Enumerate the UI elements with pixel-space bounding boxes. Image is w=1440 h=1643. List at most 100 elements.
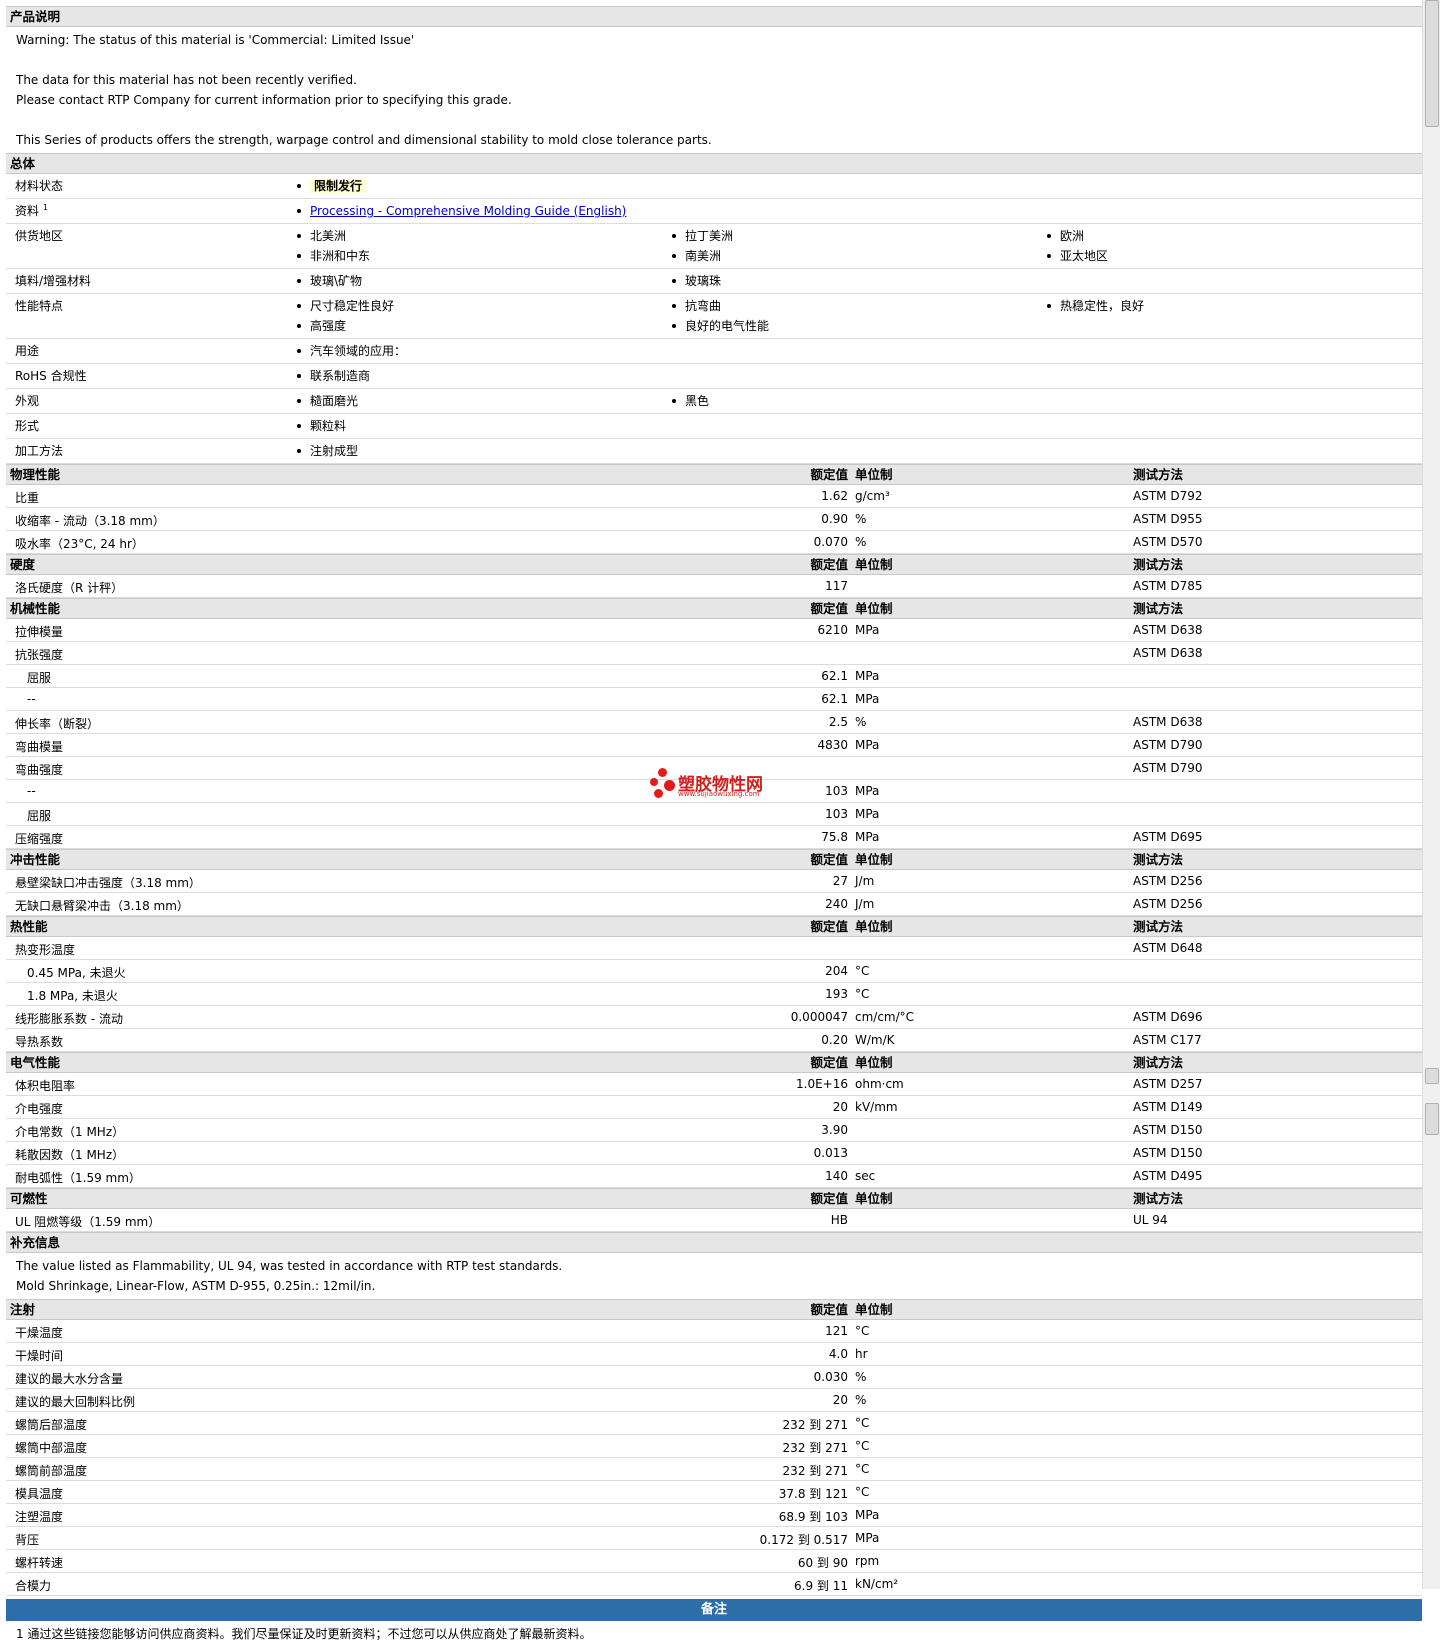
property-row: 介电强度 20 kV/mm ASTM D149: [6, 1096, 1422, 1119]
property-test-method: ASTM D257: [1133, 1077, 1203, 1091]
property-label: 0.45 MPa, 未退火: [27, 966, 126, 980]
property-row: 屈服 62.1 MPa: [6, 665, 1422, 688]
property-row: 无缺口悬臂梁冲击（3.18 mm） 240 J/m ASTM D256: [6, 893, 1422, 916]
row-label: 用途: [15, 342, 39, 359]
general-row: 材料状态 限制发行: [6, 174, 1422, 199]
property-unit: °C: [855, 1439, 870, 1453]
property-row: 屈服 103 MPa: [6, 803, 1422, 826]
property-label: 螺筒中部温度: [15, 1441, 88, 1455]
property-value: HB: [830, 1213, 848, 1227]
property-row: 弯曲模量 4830 MPa ASTM D790: [6, 734, 1422, 757]
section-header: 电气性能 额定值 单位制 测试方法: [6, 1052, 1422, 1073]
injection-row: 建议的最大水分含量 0.030%: [6, 1366, 1422, 1389]
property-row: 悬壁梁缺口冲击强度（3.18 mm） 27 J/m ASTM D256: [6, 870, 1422, 893]
section-title: 可燃性: [10, 1191, 48, 1206]
property-test-method: ASTM D792: [1133, 489, 1203, 503]
property-unit: %: [855, 715, 867, 729]
row-label: 资料 1: [15, 202, 48, 219]
property-label: 介电常数（1 MHz）: [15, 1125, 125, 1139]
value-item: 糙面磨光: [296, 391, 671, 411]
section-header-supplement: 补充信息: [6, 1232, 1422, 1253]
row-values: 糙面磨光 黑色: [296, 389, 1422, 413]
property-value: 0.20: [821, 1033, 848, 1047]
injection-row: 合模力 6.9 到 11 kN/cm²: [6, 1573, 1422, 1596]
property-row: 热变形温度 ASTM D648: [6, 937, 1422, 960]
header-unit: 单位制: [855, 601, 893, 616]
value-item[interactable]: Processing - Comprehensive Molding Guide…: [296, 201, 671, 221]
row-values: 联系制造商: [296, 364, 1422, 388]
property-row: 压缩强度 75.8 MPa ASTM D695: [6, 826, 1422, 849]
processing-guide-link[interactable]: Processing - Comprehensive Molding Guide…: [310, 204, 626, 218]
property-unit: MPa: [855, 830, 880, 844]
row-label: 材料状态: [15, 177, 63, 194]
watermark-url: www.sujiaowuxing.com: [678, 790, 760, 798]
property-row: 0.45 MPa, 未退火 204 °C: [6, 960, 1422, 983]
value-text: 颗粒料: [310, 419, 347, 433]
supplement-line: Mold Shrinkage, Linear-Flow, ASTM D-955,…: [16, 1279, 376, 1293]
row-label: 供货地区: [15, 227, 63, 244]
property-value: 68.9 到 103: [778, 1510, 848, 1524]
injection-table: 干燥温度 121 °C 干燥时间 4.0 hr 建议的最大水分含量 0.030% 建议的最大回制…: [6, 1320, 1422, 1596]
section-title: 补充信息: [10, 1235, 61, 1250]
section-title: 电气性能: [10, 1055, 61, 1070]
row-label-text: 性能特点: [15, 299, 64, 313]
general-row: 填料/增强材料 玻璃\矿物 玻璃珠: [6, 269, 1422, 294]
header-test: 测试方法: [1133, 919, 1184, 934]
value-text: 热稳定性，良好: [1060, 299, 1145, 313]
row-label-text: 形式: [15, 419, 40, 433]
property-label: 体积电阻率: [15, 1079, 76, 1093]
vertical-scrollbar[interactable]: [1422, 0, 1440, 1589]
header-test: 测试方法: [1133, 1055, 1184, 1070]
watermark-logo: 塑胶物性网 www.sujiaowuxing.com: [650, 768, 780, 804]
value-item: 高强度: [296, 316, 671, 336]
property-label: 1.8 MPa, 未退火: [27, 989, 118, 1003]
property-value: 4.0: [828, 1347, 848, 1361]
property-test-method: ASTM D638: [1133, 623, 1203, 637]
row-values: 颗粒料: [296, 414, 1422, 438]
header-unit: 单位制: [855, 852, 893, 867]
value-item: 拉丁美洲: [671, 226, 1046, 246]
section-title: 冲击性能: [10, 852, 61, 867]
injection-row: 螺杆转速 60 到 90 rpm: [6, 1550, 1422, 1573]
section-title: 硬度: [10, 557, 36, 572]
value-text: 非洲和中东: [310, 249, 371, 263]
property-label: --: [27, 692, 36, 706]
injection-row: 螺筒前部温度 232 到 271 °C: [6, 1458, 1422, 1481]
header-value: 额定值: [810, 557, 848, 572]
value-item: 玻璃\矿物: [296, 271, 671, 291]
row-values: 注射成型: [296, 439, 1422, 463]
value-text: 拉丁美洲: [685, 229, 734, 243]
property-label: 热变形温度: [15, 943, 76, 957]
value-text: 欧洲: [1060, 229, 1085, 243]
property-label: 屈服: [27, 809, 52, 823]
property-row: 耗散因数（1 MHz） 0.013 ASTM D150: [6, 1142, 1422, 1165]
scrollbar-marker[interactable]: [1425, 1068, 1439, 1084]
property-unit: °C: [855, 1485, 870, 1499]
row-values: 玻璃\矿物 玻璃珠: [296, 269, 1422, 293]
header-unit: 单位制: [855, 1191, 893, 1206]
row-label: 性能特点: [15, 297, 63, 314]
row-label-text: 供货地区: [15, 229, 64, 243]
property-unit: MPa: [855, 692, 880, 706]
injection-row: 注塑温度 68.9 到 103 MPa: [6, 1504, 1422, 1527]
property-row: 吸水率（23°C, 24 hr） 0.070% ASTM D570: [6, 531, 1422, 554]
section-header: 热性能 额定值 单位制 测试方法: [6, 916, 1422, 937]
value-text: 玻璃\矿物: [310, 274, 363, 288]
row-values: 尺寸稳定性良好 抗弯曲 热稳定性，良好 高强度 良好的电气性能: [296, 294, 1422, 338]
property-label: 模具温度: [15, 1487, 64, 1501]
section-title: 产品说明: [10, 9, 61, 24]
property-value: 204: [825, 964, 848, 978]
property-value: 20: [832, 1100, 848, 1114]
header-value: 额定值: [810, 601, 848, 616]
row-label-text: 外观: [15, 394, 40, 408]
property-value: 232 到 271: [782, 1464, 848, 1478]
value-item: 联系制造商: [296, 366, 671, 386]
property-unit: sec: [855, 1169, 876, 1183]
scrollbar-marker[interactable]: [1425, 1103, 1439, 1135]
value-text: 联系制造商: [310, 369, 371, 383]
property-value: 140: [825, 1169, 848, 1183]
section-header: 可燃性 额定值 单位制 测试方法: [6, 1188, 1422, 1209]
scrollbar-thumb[interactable]: [1425, 0, 1439, 127]
value-text: 注射成型: [310, 444, 359, 458]
row-values: 汽车领域的应用：: [296, 339, 1422, 363]
